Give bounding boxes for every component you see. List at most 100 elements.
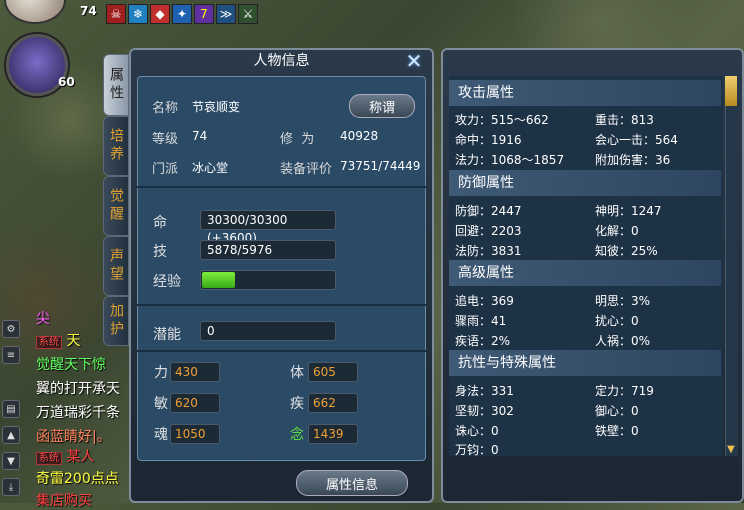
stat-value: 662 <box>308 393 358 413</box>
attr-row: 人祸：0% <box>595 334 651 348</box>
pet-level: 60 <box>58 75 75 89</box>
stat-value: 1050 <box>170 424 220 444</box>
stat-label: 体 <box>290 365 304 381</box>
system-badge: 系统 <box>36 336 62 349</box>
chat-line: 翼的打开承天 <box>36 381 120 397</box>
cultivation-value: 40928 <box>340 129 379 143</box>
attr-row: 骤雨：41 <box>455 314 507 328</box>
stat-value: 605 <box>308 362 358 382</box>
attr-row: 命中：1916 <box>455 133 522 147</box>
scroll-up-icon[interactable]: ▲ <box>2 426 20 444</box>
chat-line: 系统 天 <box>36 330 80 350</box>
attr-row: 御心：0 <box>595 404 639 418</box>
stat-label: 疾 <box>290 396 304 412</box>
buff-icon[interactable]: 7 <box>194 4 214 24</box>
attr-row: 坚韧：302 <box>455 404 514 418</box>
scroll-bottom-icon[interactable]: ⤓ <box>2 478 20 496</box>
chat-line: 系统 某人 <box>36 446 94 466</box>
name-label: 名称 <box>152 101 179 116</box>
potential-label: 潜能 <box>153 327 181 343</box>
chat-line: 函蓝睛好|。 <box>36 429 111 445</box>
tab-awaken[interactable]: 觉醒 <box>103 176 129 236</box>
close-icon[interactable]: ✕ <box>403 50 425 72</box>
attr-row: 神明：1247 <box>595 204 662 218</box>
cultivation-label: 修 为 <box>280 132 315 147</box>
chat-line: 奇雷200点点 <box>36 471 119 487</box>
divider <box>137 186 426 188</box>
buff-icon[interactable]: ⚔ <box>238 4 258 24</box>
scroll-down-arrow-icon[interactable]: ▼ <box>725 444 737 456</box>
chat-text: 天 <box>66 333 81 349</box>
divider <box>137 304 426 306</box>
attr-row: 附加伤害：36 <box>595 153 671 167</box>
attr-row: 定力：719 <box>595 384 654 398</box>
attr-row: 重击：813 <box>595 113 654 127</box>
attribute-info-button[interactable]: 属性信息 <box>296 470 408 496</box>
attr-row: 会心一击：564 <box>595 133 678 147</box>
section-resistance: 抗性与特殊属性 <box>449 350 721 376</box>
attr-row: 诛心：0 <box>455 424 499 438</box>
scrollbar[interactable] <box>725 76 738 456</box>
exp-bar-fill <box>202 272 235 288</box>
attr-row: 疾语：2% <box>455 334 511 348</box>
exp-label: 经验 <box>153 274 181 290</box>
title-button[interactable]: 称谓 <box>349 94 415 118</box>
attr-row: 攻力：515～662 <box>455 113 549 127</box>
tab-cultivate[interactable]: 培养 <box>103 116 129 176</box>
attr-row: 身法：331 <box>455 384 514 398</box>
scrollbar-thumb[interactable] <box>725 76 737 106</box>
attr-row: 扰心：0 <box>595 314 639 328</box>
attr-row: 法力：1068～1857 <box>455 153 565 167</box>
system-badge: 系统 <box>36 452 62 465</box>
section-advanced: 高级属性 <box>449 260 721 286</box>
tab-attributes[interactable]: 属性 <box>103 54 129 116</box>
skill-label: 技 <box>153 244 167 260</box>
equipment-rating-value: 73751/74449 <box>340 159 421 173</box>
attr-row: 化解：0 <box>595 224 639 238</box>
attr-row: 追电：369 <box>455 294 514 308</box>
potential-value: 0 <box>200 321 336 341</box>
buff-icon[interactable]: ≫ <box>216 4 236 24</box>
divider <box>137 350 426 352</box>
buff-icon[interactable]: ◆ <box>150 4 170 24</box>
attr-row: 法防：3831 <box>455 244 522 258</box>
chat-line: 集店购买 <box>36 493 92 509</box>
menu-icon[interactable]: ▤ <box>2 400 20 418</box>
chat-text: 某人 <box>66 449 95 465</box>
chat-line: 尖 <box>36 311 50 327</box>
attr-row: 知彼：25% <box>595 244 658 258</box>
scroll-down-icon[interactable]: ▼ <box>2 452 20 470</box>
attr-row: 铁壁：0 <box>595 424 639 438</box>
section-defense: 防御属性 <box>449 170 721 196</box>
tab-reputation[interactable]: 声望 <box>103 236 129 296</box>
player-level: 74 <box>80 4 97 18</box>
filter-icon[interactable]: ≡ <box>2 346 20 364</box>
attr-row: 明思：3% <box>595 294 651 308</box>
character-name: 节哀顺变 <box>192 100 241 114</box>
stat-value: 1439 <box>308 424 358 444</box>
attr-row: 防御：2447 <box>455 204 522 218</box>
chat-line: 万道瑞彩千条 <box>36 405 120 421</box>
panel-title: 人物信息 <box>253 53 310 69</box>
stat-value: 620 <box>170 393 220 413</box>
attr-row: 回避：2203 <box>455 224 522 238</box>
skill-bar: 5878/5976 <box>200 240 336 260</box>
buff-icon[interactable]: ❄ <box>128 4 148 24</box>
buff-icon[interactable]: ☠ <box>106 4 126 24</box>
level-value: 74 <box>192 129 208 143</box>
buff-icon[interactable]: ✦ <box>172 4 192 24</box>
stat-label: 敏 <box>154 396 168 412</box>
stat-label: 魂 <box>154 427 168 443</box>
chat-line: 觉醒天下惊 <box>36 357 106 373</box>
sect-label: 门派 <box>152 162 179 177</box>
stat-label: 力 <box>154 365 168 381</box>
hp-label: 命 <box>153 215 167 231</box>
buff-counter: 7 <box>200 7 208 21</box>
stat-value: 430 <box>170 362 220 382</box>
attr-row: 万钧：0 <box>455 443 499 457</box>
hp-bar: 30300/30300 (+3600) <box>200 210 336 245</box>
tab-protection[interactable]: 加护 <box>103 296 129 346</box>
equipment-rating-label: 装备评价 <box>280 162 333 177</box>
level-label: 等级 <box>152 132 179 147</box>
settings-icon[interactable]: ⚙ <box>2 320 20 338</box>
